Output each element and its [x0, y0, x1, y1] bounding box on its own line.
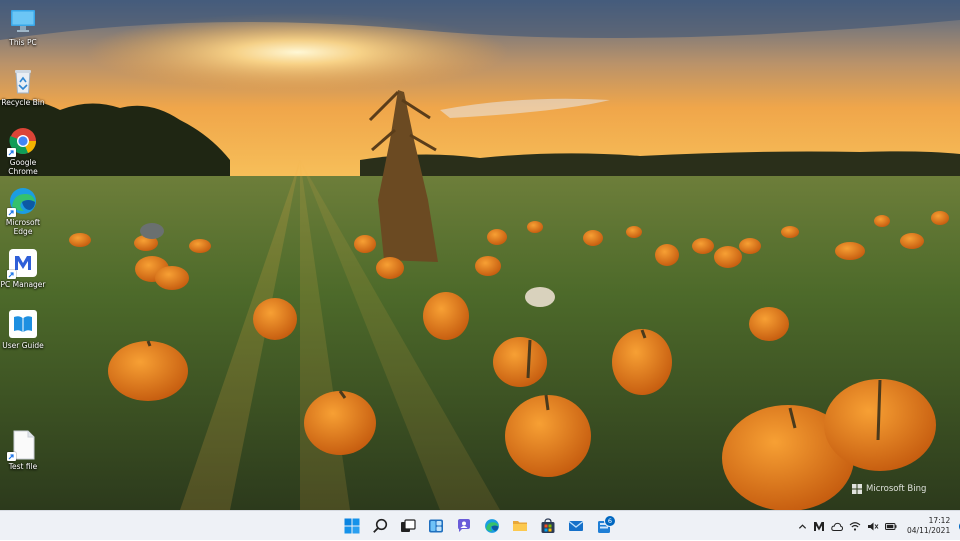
taskbar-widgets-button[interactable]	[424, 514, 448, 538]
desktop-icon-label: Google Chrome	[8, 158, 38, 176]
desktop-icon-label: Test file	[8, 462, 38, 471]
desktop: This PC Recycle Bin Google Chrome Micros…	[0, 0, 960, 510]
microsoft-logo-icon	[852, 484, 862, 494]
volume-muted-icon[interactable]	[867, 521, 879, 532]
desktop-icon-label: User Guide	[2, 341, 44, 350]
desktop-icon-label: This PC	[9, 38, 37, 47]
desktop-icon-recycle-bin[interactable]: Recycle Bin	[0, 66, 46, 107]
task-view-icon	[401, 519, 416, 532]
taskbar-file-explorer-button[interactable]	[508, 514, 532, 538]
taskbar-chat-button[interactable]	[452, 514, 476, 538]
widgets-icon	[429, 519, 443, 533]
mail-icon	[568, 520, 584, 531]
shortcut-arrow-icon	[7, 208, 16, 217]
taskbar-mail-button[interactable]	[564, 514, 588, 538]
shortcut-arrow-icon	[7, 148, 16, 157]
desktop-icon-label: Recycle Bin	[1, 98, 45, 107]
desktop-icon-this-pc[interactable]: This PC	[0, 6, 46, 47]
desktop-icon-microsoft-edge[interactable]: Microsoft Edge	[0, 186, 46, 236]
folder-icon	[513, 521, 527, 531]
taskbar-store-button[interactable]	[536, 514, 560, 538]
taskbar-edge-button[interactable]	[480, 514, 504, 538]
chevron-up-icon[interactable]	[798, 522, 807, 531]
taskbar-start-button[interactable]	[340, 514, 364, 538]
bing-watermark-text: Microsoft Bing	[866, 484, 927, 494]
battery-icon[interactable]	[885, 521, 897, 532]
desktop-icon-label: Microsoft Edge	[5, 218, 41, 236]
desktop-icon-user-guide[interactable]: User Guide	[0, 309, 46, 350]
taskbar-task-view-button[interactable]	[396, 514, 420, 538]
monitor-icon	[8, 6, 38, 36]
shortcut-arrow-icon	[7, 452, 16, 461]
taskbar-app-with-badge-button[interactable]: 6	[592, 514, 616, 538]
taskbar: 6 17:12 04/11/2021 6	[0, 510, 960, 540]
pc-manager-tray-icon[interactable]	[813, 521, 825, 532]
wifi-icon[interactable]	[849, 521, 861, 532]
desktop-icon-google-chrome[interactable]: Google Chrome	[0, 126, 46, 176]
clock[interactable]: 17:12 04/11/2021	[907, 516, 950, 536]
edge-icon	[7, 186, 38, 217]
windows-start-icon	[344, 518, 360, 534]
taskbar-apps: 6	[340, 511, 616, 541]
clock-date: 04/11/2021	[907, 526, 951, 535]
desktop-icon-test-file[interactable]: Test file	[0, 430, 46, 471]
bing-watermark: Microsoft Bing	[852, 484, 926, 494]
desktop-icon-pc-manager[interactable]: PC Manager	[0, 248, 46, 289]
chat-icon	[458, 519, 470, 532]
shortcut-arrow-icon	[7, 270, 16, 279]
user-guide-icon	[8, 309, 38, 339]
taskbar-search-button[interactable]	[368, 514, 392, 538]
notification-badge: 6	[604, 515, 616, 527]
search-icon	[373, 518, 388, 533]
pc-manager-icon	[7, 248, 38, 279]
onedrive-cloud-icon[interactable]	[831, 521, 843, 532]
file-icon	[7, 430, 38, 461]
store-icon	[541, 518, 555, 533]
system-tray: 17:12 04/11/2021 6	[798, 511, 960, 541]
desktop-icon-label: PC Manager	[0, 280, 46, 289]
clock-time: 17:12	[928, 516, 951, 525]
wallpaper-pumpkin-field	[0, 0, 960, 510]
edge-icon	[485, 519, 499, 533]
chrome-icon	[7, 126, 38, 157]
recycle-bin-icon	[8, 66, 38, 96]
